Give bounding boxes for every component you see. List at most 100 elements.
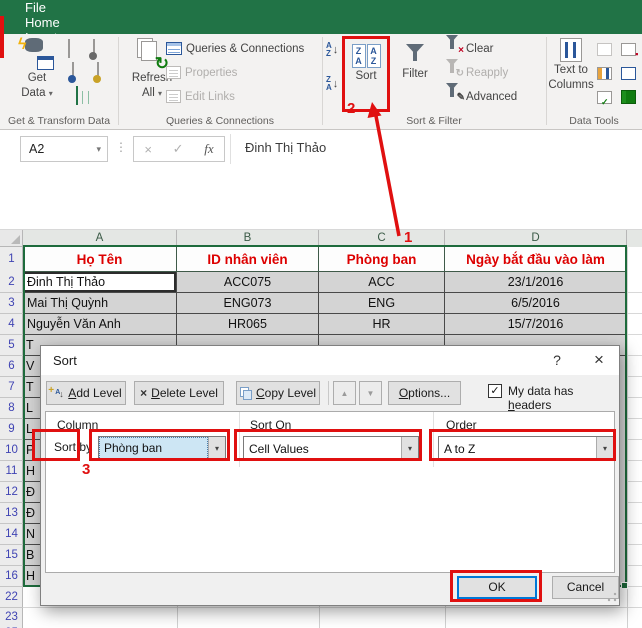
row-header[interactable]: 9 [0,419,23,440]
row-header[interactable]: 2 [0,272,23,293]
peek-letter: H [26,566,40,587]
row-header[interactable]: 12 [0,482,23,503]
header-cell[interactable]: Ngày bắt đầu vào làm [445,247,627,272]
edit-links-button[interactable]: Edit Links [166,90,235,103]
formula-bar-input[interactable]: Đinh Thị Thảo [245,140,326,155]
consolidate-icon[interactable]: ▪ [618,39,638,59]
text-to-columns-button[interactable]: Text to Columns [549,38,593,92]
sort-ascending-button[interactable]: AZ ↓ [326,42,338,58]
confirm-entry-icon[interactable]: ✓ [173,141,184,157]
add-level-icon: + A ↓ [50,386,64,400]
cell[interactable]: 6/5/2016 [445,293,627,314]
peek-letter: V [26,356,40,377]
cell[interactable]: ACC075 [177,272,319,293]
header-cell[interactable]: ID nhân viên [177,247,319,272]
clear-filter-button[interactable]: × Clear [446,42,493,56]
clear-filter-icon: × [446,42,462,56]
header-cell[interactable]: Họ Tên [23,247,177,272]
sort-button[interactable]: ZA AZ Sort [342,36,390,112]
row-header-22[interactable]: 22 [0,587,23,608]
close-icon[interactable]: × [579,346,619,375]
column-header-e[interactable] [627,230,642,247]
chevron-down-icon[interactable]: ▾ [208,437,225,460]
row-header[interactable]: 10 [0,440,23,461]
header-cell[interactable]: Phòng ban [319,247,445,272]
row-header[interactable]: 5 [0,335,23,356]
move-level-up-button[interactable]: ▲ [333,381,356,405]
cell[interactable]: 15/7/2016 [445,314,627,335]
name-box-dropdown-icon[interactable]: ▾ [96,144,107,155]
cell[interactable]: Nguyễn Văn Anh [23,314,177,335]
cell[interactable]: HR [319,314,445,335]
name-box[interactable]: A2 ▾ [20,136,108,162]
flash-fill-icon[interactable] [594,39,614,59]
group-label-data-tools: Data Tools [546,114,642,128]
get-data-icon: ϟ [20,38,54,70]
properties-button[interactable]: Properties [166,66,237,79]
cell[interactable]: Mai Thị Quỳnh [23,293,177,314]
select-all-corner[interactable] [0,230,23,247]
order-dropdown[interactable]: A to Z ▾ [438,436,614,461]
row-header[interactable]: 3 [0,293,23,314]
row-header[interactable]: 11 [0,461,23,482]
sort-descending-button[interactable]: ZA ↓ [326,76,338,92]
cancel-entry-icon[interactable]: × [144,142,152,157]
recent-sources-icon[interactable] [93,39,95,58]
queries-connections-button[interactable]: Queries & Connections [166,42,304,55]
row-header[interactable]: 13 [0,503,23,524]
cell[interactable]: HR065 [177,314,319,335]
table-row: Nguyễn Văn Anh HR065 HR 15/7/2016 [23,314,627,335]
ok-button[interactable]: OK [457,576,537,599]
from-table-range-icon[interactable] [76,86,78,105]
cell[interactable]: 23/1/2016 [445,272,627,293]
move-level-down-button[interactable]: ▼ [359,381,382,405]
options-button[interactable]: Options... [388,381,461,405]
row-header[interactable]: 15 [0,545,23,566]
cell[interactable]: Đinh Thị Thảo [23,272,177,293]
row-header-23[interactable]: 23 [0,608,23,626]
row-header[interactable]: 16 [0,566,23,587]
remove-duplicates-icon[interactable] [594,63,614,83]
order-label: Order [446,418,477,432]
row-header[interactable]: 6 [0,356,23,377]
peek-letter: L [26,419,40,440]
cell[interactable]: ENG [319,293,445,314]
peek-letter: P [26,440,40,461]
ribbon-tab[interactable]: File [12,0,111,15]
table-header-row: Họ Tên ID nhân viên Phòng ban Ngày bắt đ… [23,247,627,272]
relationships-icon[interactable] [618,63,638,83]
sort-levels-list: Column Sort On Order Sort by Phòng ban ▾… [45,411,615,573]
excel-window: FileHomeInsertPage LayoutFormulasDataRev… [0,0,642,628]
cell[interactable]: ACC [319,272,445,293]
from-web-icon[interactable] [72,62,74,81]
resize-grip[interactable] [607,592,617,602]
data-validation-icon[interactable]: ✓ [594,87,614,107]
copy-level-button[interactable]: Copy Level [236,381,320,405]
chevron-down-icon[interactable]: ▾ [401,437,418,460]
selection-border [23,245,627,247]
fill-handle[interactable] [621,582,628,589]
my-data-has-headers-checkbox[interactable]: ✓ [488,384,502,398]
row-header[interactable]: 4 [0,314,23,335]
chevron-down-icon[interactable]: ▾ [596,437,613,460]
existing-connections-icon[interactable] [97,62,99,81]
sort-by-column-dropdown[interactable]: Phòng ban ▾ [98,436,226,461]
advanced-filter-icon: ✎ [446,90,462,104]
get-data-button[interactable]: ϟ Get Data ▾ [10,38,64,100]
reapply-filter-button[interactable]: ↻ Reapply [446,66,508,80]
manage-data-model-icon[interactable] [618,87,638,107]
add-level-button[interactable]: + A ↓ Add Level [46,381,126,405]
row-header[interactable]: 7 [0,377,23,398]
row-header[interactable]: 8 [0,398,23,419]
row-header-1[interactable]: 1 [0,247,23,272]
ribbon-tab[interactable]: Home [12,15,111,30]
help-icon[interactable]: ? [541,346,573,375]
delete-level-button[interactable]: × Delete Level [134,381,224,405]
advanced-filter-button[interactable]: ✎ Advanced [446,90,517,104]
sort-on-dropdown[interactable]: Cell Values ▾ [243,436,419,461]
cell[interactable]: ENG073 [177,293,319,314]
insert-function-icon[interactable]: fx [204,141,213,157]
from-text-csv-icon[interactable] [68,39,70,58]
row-header[interactable]: 14 [0,524,23,545]
filter-button[interactable]: Filter [392,40,438,81]
